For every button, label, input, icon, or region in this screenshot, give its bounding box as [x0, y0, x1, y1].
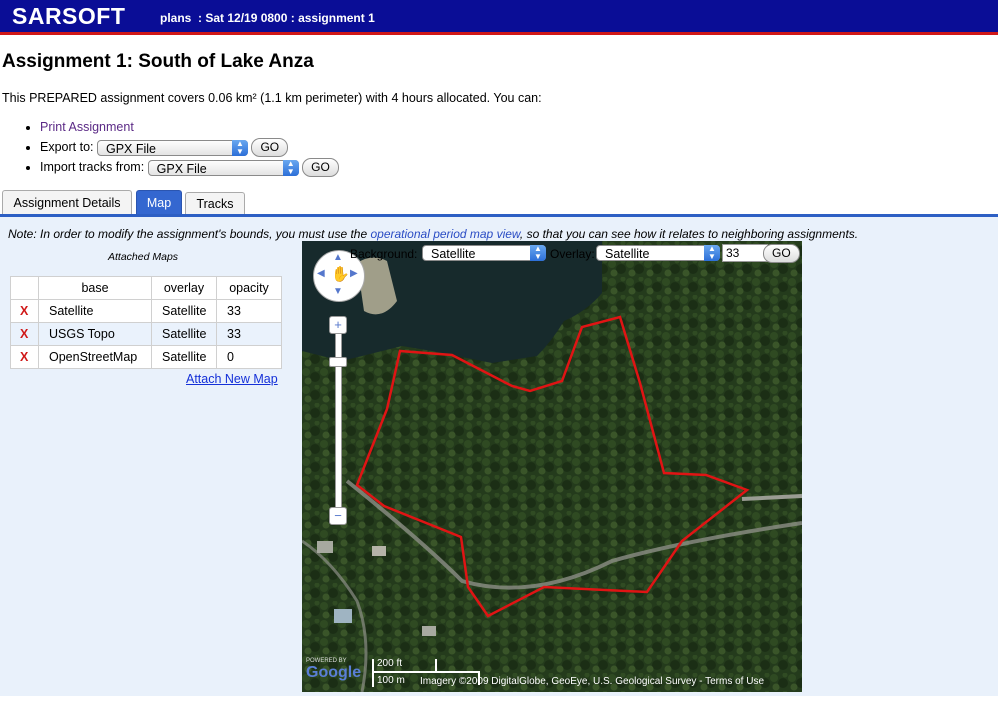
remove-map-button[interactable]: X [10, 299, 39, 323]
header-divider [0, 32, 998, 35]
map-go-button[interactable]: GO [763, 244, 800, 263]
print-assignment-link[interactable]: Print Assignment [40, 120, 134, 134]
pan-left-icon[interactable]: ◀ [317, 268, 325, 279]
hand-icon: ✋ [331, 266, 350, 283]
export-go-button[interactable]: GO [251, 138, 289, 158]
top-bar: SARSOFT plans : Sat 12/19 0800 : assignm… [0, 0, 998, 35]
opacity-cell: 0 [216, 345, 282, 369]
background-label: Background: [350, 247, 418, 261]
opacity-cell: 33 [216, 299, 282, 323]
app-logo[interactable]: SARSOFT [12, 3, 125, 30]
select-arrows-icon: ▲ ▼ [704, 245, 720, 261]
column-header-opacity: opacity [216, 276, 282, 300]
base-cell: USGS Topo [38, 322, 152, 346]
pan-right-icon[interactable]: ▶ [350, 268, 358, 279]
tab-map[interactable]: Map [136, 190, 182, 214]
remove-map-button[interactable]: X [10, 322, 39, 346]
overlay-cell: Satellite [151, 345, 217, 369]
export-label: Export to: [40, 140, 94, 154]
google-logo[interactable]: POWERED BY Google [306, 658, 366, 688]
import-format-select[interactable]: GPX File ▲ ▼ [147, 159, 299, 176]
background-value: Satellite [431, 247, 476, 261]
column-header [10, 276, 39, 300]
overlay-cell: Satellite [151, 299, 217, 323]
map-attribution: Imagery ©2009 DigitalGlobe, GeoEye, U.S.… [420, 676, 765, 687]
background-select[interactable]: Satellite ▲ ▼ [422, 245, 546, 261]
zoom-in-button[interactable]: + [329, 316, 347, 334]
note-text-end: , so that you can see how it relates to … [519, 227, 859, 241]
pan-down-icon[interactable]: ▼ [333, 286, 343, 297]
list-item: Export to: GPX File ▲▼ GO [40, 137, 339, 158]
list-item: Print Assignment [40, 117, 339, 137]
page-title: Assignment 1: South of Lake Anza [2, 51, 314, 72]
google-wordmark: Google [306, 664, 362, 681]
attribution-text: Imagery ©2009 DigitalGlobe, GeoEye, U.S.… [420, 676, 697, 687]
opacity-cell: 33 [216, 322, 282, 346]
export-format-select[interactable]: GPX File ▲ ▼ [96, 139, 248, 156]
scale-ft-label: 200 ft [377, 658, 403, 669]
column-header-overlay: overlay [151, 276, 217, 300]
export-format-value: GPX File [105, 141, 156, 156]
list-item: Import tracks from: GPX File ▲▼ GO [40, 157, 339, 178]
bounds-note: Note: In order to modify the assignment'… [8, 227, 858, 241]
attached-maps-title: Attached Maps [108, 251, 179, 263]
overlay-value: Satellite [605, 247, 650, 261]
zoom-handle[interactable] [329, 357, 347, 367]
table-row: X Satellite Satellite 33 [10, 299, 282, 323]
attached-maps-table: base overlay opacity X Satellite Satelli… [10, 276, 282, 369]
zoom-out-button[interactable]: − [329, 507, 347, 525]
select-arrows-icon: ▲ ▼ [282, 159, 299, 176]
import-go-button[interactable]: GO [302, 158, 339, 178]
map-view[interactable]: ▲ ◀ ✋ ▶ ▼ + − Background: Satellite ▲ ▼ O… [302, 241, 802, 692]
base-cell: Satellite [38, 299, 152, 323]
remove-map-button[interactable]: X [10, 345, 39, 369]
terms-of-use-link[interactable]: Terms of Use [705, 676, 764, 687]
select-arrows-icon: ▲ ▼ [231, 139, 248, 156]
tab-tracks[interactable]: Tracks [185, 192, 245, 214]
select-arrows-icon: ▲ ▼ [530, 245, 546, 261]
overlay-select[interactable]: Satellite ▲ ▼ [596, 245, 720, 261]
import-label: Import tracks from: [40, 160, 145, 174]
import-format-value: GPX File [156, 161, 207, 176]
table-header-row: base overlay opacity [10, 276, 282, 300]
scale-m-label: 100 m [377, 675, 405, 686]
column-header-base: base [38, 276, 152, 300]
assignment-summary: This PREPARED assignment covers 0.06 km²… [2, 91, 542, 105]
attach-new-map-link[interactable]: Attach New Map [186, 372, 278, 386]
note-text: Note: In order to modify the assignment'… [8, 227, 371, 241]
overlay-label: Overlay: [550, 247, 595, 261]
tab-assignment-details[interactable]: Assignment Details [2, 190, 132, 214]
operational-period-map-link[interactable]: operational period map view [370, 227, 519, 241]
satellite-imagery [302, 241, 802, 692]
action-list: Print Assignment Export to: GPX File ▲▼ … [22, 117, 339, 178]
pan-up-icon[interactable]: ▲ [333, 252, 343, 263]
overlay-cell: Satellite [151, 322, 217, 346]
base-cell: OpenStreetMap [38, 345, 152, 369]
table-row: X OpenStreetMap Satellite 0 [10, 345, 282, 369]
opacity-input[interactable] [722, 244, 768, 262]
breadcrumb: plans : Sat 12/19 0800 : assignment 1 [160, 11, 375, 25]
table-row: X USGS Topo Satellite 33 [10, 322, 282, 346]
